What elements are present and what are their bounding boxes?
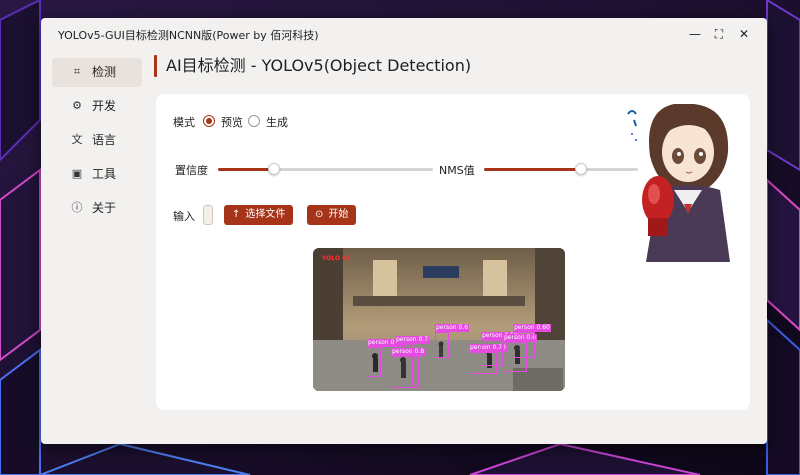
start-label: 开始: [328, 209, 349, 220]
detection-panel: 模式 预览 生成 置信度 NMS值 输入 ↑ 选择文件 ⊙ 开始 YOLO v5…: [156, 94, 750, 410]
nms-slider-fill: [484, 168, 582, 171]
detection-label: person 0.6: [435, 324, 470, 332]
sidebar-item-about[interactable]: ⓘ 关于: [52, 194, 142, 223]
sidebar-item-language[interactable]: 文 语言: [52, 126, 142, 155]
page-title: AI目标检测 - YOLOv5(Object Detection): [166, 56, 472, 75]
sidebar-item-label: 关于: [92, 201, 117, 215]
detection-box: person 0.58: [481, 332, 519, 366]
start-button[interactable]: ⊙ 开始: [307, 205, 357, 225]
sidebar-item-label: 工具: [92, 167, 117, 181]
station-scene-image: [313, 248, 565, 391]
detection-box: person 0.77: [367, 339, 405, 377]
page-title-accent: [154, 55, 157, 77]
sidebar-item-develop[interactable]: ⚙ 开发: [52, 92, 142, 121]
sidebar-item-label: 语言: [92, 133, 117, 147]
minimize-button[interactable]: —: [685, 24, 705, 44]
detection-box: person 0.8: [391, 348, 426, 388]
nms-slider-thumb[interactable]: [575, 163, 588, 175]
detect-icon: ⌗: [73, 65, 81, 78]
preview-model-tag: YOLO v5: [322, 255, 351, 262]
confidence-slider[interactable]: [218, 163, 433, 175]
toolbox-icon: ▣: [71, 167, 83, 180]
title-bar[interactable]: YOLOv5-GUI目标检测NCNN版(Power by 佰河科技) — ⛶ ✕: [41, 18, 767, 50]
gear-icon: ⚙: [72, 99, 82, 112]
nms-label: NMS值: [439, 164, 475, 177]
detection-label: person 0.7: [395, 336, 430, 344]
mode-generate-radio[interactable]: [248, 115, 260, 127]
detection-box: person 0.60: [513, 324, 551, 358]
window-title: YOLOv5-GUI目标检测NCNN版(Power by 佰河科技): [58, 29, 319, 42]
mode-preview-label[interactable]: 预览: [221, 114, 243, 130]
select-file-label: 选择文件: [245, 209, 286, 220]
start-icon: ⊙: [315, 209, 324, 220]
nms-slider[interactable]: [484, 163, 638, 175]
mascot-illustration: [627, 104, 730, 262]
mode-generate-label[interactable]: 生成: [266, 114, 288, 130]
select-file-button[interactable]: ↑ 选择文件: [224, 205, 294, 225]
upload-icon: ↑: [232, 209, 241, 220]
input-label: 输入: [173, 210, 195, 223]
detection-label: person 0.60: [513, 324, 551, 332]
confidence-slider-fill: [218, 168, 274, 171]
sidebar-item-label: 开发: [92, 99, 117, 113]
sidebar-item-tools[interactable]: ▣ 工具: [52, 160, 142, 189]
maximize-button[interactable]: ⛶: [709, 24, 729, 44]
info-icon: ⓘ: [71, 201, 83, 214]
sidebar-item-detect[interactable]: ⌗ 检测: [52, 58, 142, 87]
detection-preview: YOLO v5 person 0.77 person 0.7 person 0.…: [313, 248, 565, 391]
translate-icon: 文: [71, 133, 83, 146]
confidence-label: 置信度: [175, 164, 208, 177]
mode-label: 模式: [173, 116, 195, 129]
mode-preview-radio[interactable]: [203, 115, 215, 127]
sidebar-item-label: 检测: [92, 65, 117, 79]
app-window: YOLOv5-GUI目标检测NCNN版(Power by 佰河科技) — ⛶ ✕…: [41, 18, 767, 444]
confidence-slider-thumb[interactable]: [267, 163, 280, 175]
input-path-field[interactable]: [203, 205, 213, 225]
close-button[interactable]: ✕: [734, 24, 754, 44]
detection-label: person 0.8: [391, 348, 426, 356]
detection-box: person 0.6: [435, 324, 470, 358]
